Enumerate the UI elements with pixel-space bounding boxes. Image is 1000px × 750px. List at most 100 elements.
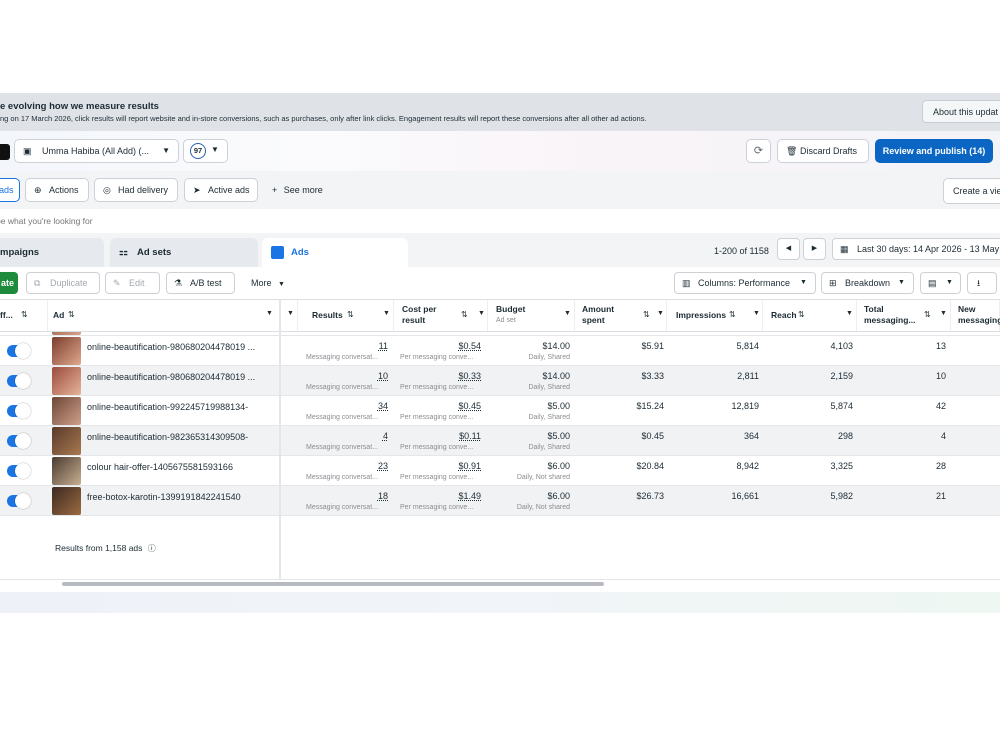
create-view-button[interactable]: Create a vie — [943, 178, 1000, 204]
column-total-label-2: messaging... — [864, 315, 916, 325]
amount-spent-value: $15.24 — [636, 401, 664, 411]
budget-value[interactable]: $6.00 — [547, 491, 570, 501]
cost-per-result-value[interactable]: $0.54 — [458, 341, 481, 351]
discard-drafts-button[interactable]: 🗑 Discard Drafts — [777, 139, 869, 163]
column-header-delivery[interactable]: ▼ — [282, 300, 298, 331]
ad-toggle[interactable] — [7, 433, 31, 449]
horizontal-scrollbar[interactable] — [62, 582, 604, 586]
see-more-button[interactable]: + See more — [272, 178, 323, 202]
results-value[interactable]: 23 — [378, 461, 388, 471]
ad-thumbnail — [52, 487, 81, 515]
cost-per-result-type: Per messaging conve... — [400, 384, 474, 391]
budget-value[interactable]: $5.00 — [547, 431, 570, 441]
ad-name[interactable]: online-beautification-992245719988134- — [87, 402, 248, 412]
column-header-total-messaging[interactable]: Total messaging... ⇅ ▼ — [857, 300, 951, 331]
cost-per-result-value[interactable]: $0.11 — [459, 431, 481, 441]
export-button[interactable]: ⭳ — [967, 272, 997, 294]
cost-per-result-value[interactable]: $0.91 — [458, 461, 481, 471]
tab-campaigns[interactable]: mpaigns — [0, 238, 104, 267]
ad-toggle[interactable] — [7, 373, 31, 389]
column-header-new-messaging[interactable]: New messaging — [951, 300, 1000, 331]
ad-name[interactable]: online-beautification-980680204478019 ..… — [87, 372, 255, 382]
column-header-results[interactable]: Results ⇅ ▼ — [298, 300, 394, 331]
reach-value: 5,874 — [830, 401, 853, 411]
columns-label: Columns: Performance — [698, 278, 791, 288]
toggle-knob — [15, 373, 31, 389]
results-value[interactable]: 10 — [378, 371, 388, 381]
filter-chip-active-ads-label: Active ads — [208, 185, 250, 195]
results-type: Messaging conversat... — [306, 354, 378, 361]
sort-icon: ⇅ — [798, 310, 805, 319]
ad-thumbnail — [52, 332, 81, 335]
actions-icon: ⊕ — [34, 185, 42, 195]
ad-toggle[interactable] — [7, 343, 31, 359]
tab-ads[interactable]: Ads — [262, 238, 408, 267]
column-header-amount-spent[interactable]: Amount spent ⇅ ▼ — [575, 300, 667, 331]
toggle-knob — [15, 343, 31, 359]
column-header-ad[interactable]: Ad ⇅ ▼ — [48, 300, 280, 331]
table-row[interactable]: online-beautification-980680204478019 ..… — [0, 366, 1000, 396]
search-input[interactable] — [0, 213, 396, 229]
table-row[interactable]: online-beautification-992245719988134- 34… — [0, 396, 1000, 426]
table-row[interactable]: colour hair-offer-1405675581593166 23 Mess… — [0, 456, 1000, 486]
results-value[interactable]: 11 — [379, 341, 388, 351]
duplicate-button[interactable]: ⧉ Duplicate — [26, 272, 100, 294]
column-cost-label-1: Cost per — [402, 304, 437, 314]
cost-per-result-value[interactable]: $0.33 — [458, 371, 481, 381]
budget-type: Daily, Shared — [528, 414, 570, 421]
column-header-impressions[interactable]: Impressions ⇅ ▼ — [667, 300, 763, 331]
about-this-update-button[interactable]: About this updat — [922, 100, 1000, 123]
budget-value[interactable]: $5.00 — [547, 401, 570, 411]
budget-value[interactable]: $14.00 — [542, 341, 570, 351]
breakdown-button[interactable]: ⊞ Breakdown ▼ — [821, 272, 914, 294]
ad-name[interactable]: free-botox-karotin-1399191842241540 — [87, 492, 241, 502]
ad-name[interactable]: colour hair-offer-1405675581593166 — [87, 462, 233, 472]
account-selector[interactable]: ▣ Umma Habiba (All Add) (... ▼ — [14, 139, 179, 163]
previous-page-button[interactable]: ◀ — [777, 238, 800, 260]
edit-button[interactable]: ✎ Edit — [105, 272, 160, 294]
column-header-budget[interactable]: Budget Ad set ▼ — [488, 300, 575, 331]
column-header-cost-per-result[interactable]: Cost per result ⇅ ▼ — [394, 300, 488, 331]
results-value[interactable]: 4 — [383, 431, 388, 441]
ad-toggle[interactable] — [7, 463, 31, 479]
next-page-button[interactable]: ▶ — [803, 238, 826, 260]
search-bar — [0, 209, 1000, 233]
ab-test-button[interactable]: ⚗ A/B test — [166, 272, 235, 294]
ad-name[interactable]: online-beautification-982365314309508- — [87, 432, 248, 442]
download-icon: ⭳ — [977, 278, 981, 288]
filter-chip-had-delivery[interactable]: ◎ Had delivery — [94, 178, 178, 202]
chevron-left-icon: ◀ — [785, 245, 792, 252]
more-button[interactable]: More ▼ — [251, 272, 285, 296]
table-row[interactable]: online-beautification-982365314309508- 4 M… — [0, 426, 1000, 456]
results-value[interactable]: 18 — [378, 491, 388, 501]
budget-value[interactable]: $14.00 — [542, 371, 570, 381]
filter-chip-ads[interactable]: ads — [0, 178, 20, 202]
ad-toggle[interactable] — [7, 403, 31, 419]
bottom-bar — [0, 592, 1000, 613]
results-value[interactable]: 34 — [378, 401, 388, 411]
issues-selector[interactable]: 97 ▼ — [183, 139, 228, 163]
filter-chip-actions[interactable]: ⊕ Actions — [25, 178, 89, 202]
edit-label: Edit — [129, 278, 145, 288]
date-range-picker[interactable]: ▦ Last 30 days: 14 Apr 2026 - 13 May — [832, 238, 1000, 260]
ad-toggle[interactable] — [7, 493, 31, 509]
column-header-reach[interactable]: Reach ⇅ ▼ — [763, 300, 857, 331]
create-button[interactable]: ate — [0, 272, 18, 294]
column-header-off-on[interactable]: ff... ⇅ — [0, 300, 48, 331]
reports-button[interactable]: ▤ ▼ — [920, 272, 961, 294]
table-row[interactable]: free-botox-karotin-1399191842241540 18 Mes… — [0, 486, 1000, 516]
sort-icon: ⇅ — [643, 310, 650, 319]
ad-thumbnail — [52, 457, 81, 485]
column-amount-label-1: Amount — [582, 304, 615, 314]
cost-per-result-value[interactable]: $1.49 — [458, 491, 481, 501]
cost-per-result-value[interactable]: $0.45 — [458, 401, 481, 411]
tab-ad-sets[interactable]: ⚏ Ad sets — [110, 238, 258, 267]
ad-name[interactable]: online-beautification-980680204478019 ..… — [87, 342, 255, 352]
budget-value[interactable]: $6.00 — [547, 461, 570, 471]
refresh-button[interactable]: ⟳ — [746, 139, 771, 163]
toggle-knob — [15, 493, 31, 509]
review-and-publish-button[interactable]: Review and publish (14) — [875, 139, 993, 163]
filter-chip-active-ads[interactable]: ➤ Active ads — [184, 178, 258, 202]
table-row[interactable]: online-beautification-980680204478019 ..… — [0, 336, 1000, 366]
columns-button[interactable]: ▥ Columns: Performance ▼ — [674, 272, 816, 294]
